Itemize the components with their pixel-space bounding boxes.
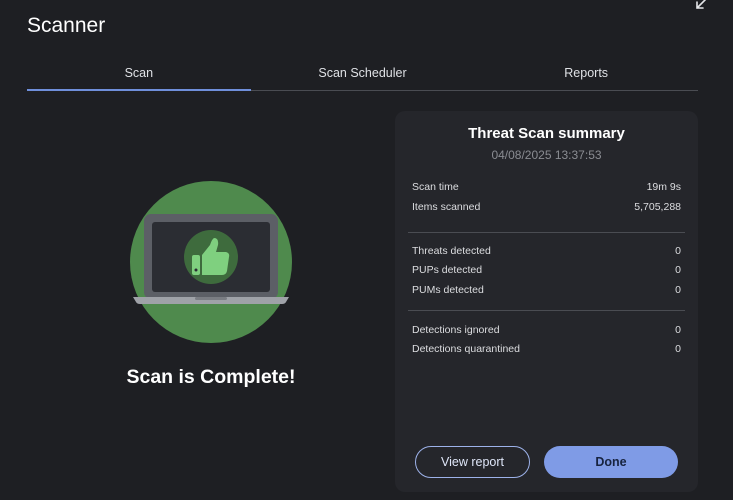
- laptop-icon: [133, 214, 289, 304]
- summary-row-items-scanned: Items scanned 5,705,288: [412, 201, 681, 217]
- divider: [408, 310, 685, 311]
- tab-bar: Scan Scan Scheduler Reports: [27, 58, 698, 91]
- scan-complete-message: Scan is Complete!: [126, 366, 296, 388]
- row-value: 5,705,288: [634, 201, 681, 213]
- collapse-arrow-icon[interactable]: [691, 0, 711, 16]
- summary-row-pups: PUPs detected 0: [412, 264, 681, 280]
- divider: [408, 232, 685, 233]
- row-value: 0: [675, 324, 681, 336]
- row-value: 0: [675, 264, 681, 276]
- done-button[interactable]: Done: [544, 446, 678, 478]
- tab-scan[interactable]: Scan: [27, 58, 251, 91]
- summary-row-ignored: Detections ignored 0: [412, 324, 681, 340]
- row-label: Detections quarantined: [412, 343, 520, 355]
- threat-scan-summary-panel: Threat Scan summary 04/08/2025 13:37:53 …: [395, 111, 698, 492]
- row-value: 0: [675, 284, 681, 296]
- row-label: Scan time: [412, 181, 459, 193]
- view-report-button[interactable]: View report: [415, 446, 530, 478]
- row-label: PUPs detected: [412, 264, 483, 276]
- row-value: 19m 9s: [646, 181, 681, 193]
- row-label: PUMs detected: [412, 284, 484, 296]
- page-title: Scanner: [27, 14, 106, 37]
- row-value: 0: [675, 343, 681, 355]
- summary-row-threats: Threats detected 0: [412, 245, 681, 261]
- tab-reports[interactable]: Reports: [474, 58, 698, 90]
- summary-title: Threat Scan summary: [468, 125, 625, 142]
- summary-row-pums: PUMs detected 0: [412, 284, 681, 300]
- summary-row-quarantined: Detections quarantined 0: [412, 343, 681, 359]
- row-label: Threats detected: [412, 245, 491, 257]
- row-label: Items scanned: [412, 201, 481, 213]
- summary-row-scan-time: Scan time 19m 9s: [412, 181, 681, 197]
- scan-complete-illustration: [130, 181, 292, 343]
- tab-scan-scheduler[interactable]: Scan Scheduler: [251, 58, 475, 90]
- summary-timestamp: 04/08/2025 13:37:53: [491, 148, 602, 162]
- row-label: Detections ignored: [412, 324, 500, 336]
- row-value: 0: [675, 245, 681, 257]
